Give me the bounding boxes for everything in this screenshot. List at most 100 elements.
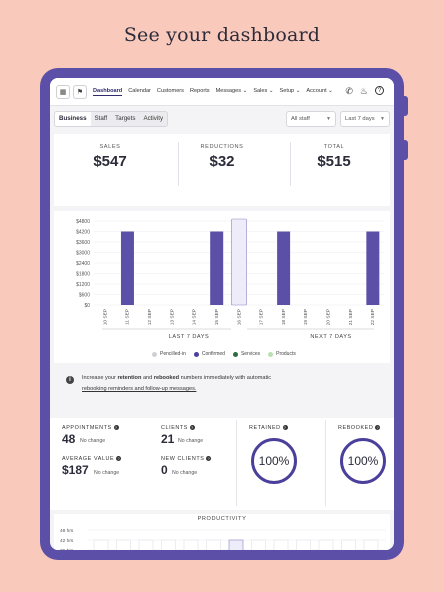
average-value-change: No change <box>94 470 120 476</box>
nav-link-dashboard[interactable]: Dashboard <box>93 88 123 96</box>
x-tick-label: 18 SEP <box>281 309 287 325</box>
productivity-bar[interactable] <box>228 539 244 550</box>
legend-label: Services <box>240 351 261 357</box>
chart-bar[interactable] <box>277 231 291 306</box>
y-tick-label: $2400 <box>76 261 90 267</box>
productivity-bar[interactable] <box>183 539 199 550</box>
total-stat: TOTAL $515 <box>278 134 390 170</box>
help-icon[interactable]: ? <box>282 425 288 431</box>
nav-links: Dashboard Calendar Customers Reports Message… <box>93 88 339 96</box>
calendar-icon[interactable]: ▦ <box>56 84 70 99</box>
productivity-bar[interactable] <box>318 539 334 550</box>
nav-link-messages[interactable]: Messages ⌄ <box>216 88 248 96</box>
chart-bar[interactable] <box>366 231 380 306</box>
totals-card: SALES $547 REDUCTIONS $32 TOTAL $515 <box>54 134 390 206</box>
stat-value: $32 <box>209 153 235 170</box>
y-tick-label: $0 <box>84 303 90 309</box>
clients-value: 21 <box>161 432 175 446</box>
y-tick-label: $600 <box>79 293 90 299</box>
divider <box>236 420 237 506</box>
productivity-bar[interactable] <box>161 539 176 550</box>
productivity-bar[interactable] <box>363 539 379 550</box>
nav-link-reports[interactable]: Reports <box>190 88 210 96</box>
help-icon[interactable]: ? <box>375 425 381 431</box>
tag-icon[interactable]: ⚑ <box>73 84 87 99</box>
rebooked-label: REBOOKED? <box>338 425 381 431</box>
nav-link-customers[interactable]: Customers <box>157 88 184 96</box>
legend-item: Products <box>268 351 296 357</box>
help-icon[interactable]: ? <box>116 456 122 462</box>
help-icon[interactable]: ? <box>206 456 212 462</box>
sales-stat: SALES $547 <box>54 134 166 170</box>
banner-bold: rebooked <box>153 375 180 381</box>
productivity-bar[interactable] <box>341 539 356 550</box>
reductions-stat: REDUCTIONS $32 <box>166 134 278 170</box>
legend-swatch <box>232 351 238 357</box>
help-icon[interactable]: ? <box>113 425 119 431</box>
tab-targets[interactable]: Targets <box>111 112 139 126</box>
average-value: $187 <box>62 463 89 477</box>
x-tick-label: 15 SEP <box>214 309 220 325</box>
y-tick-label: 36 hrs <box>60 548 74 550</box>
y-tick-label: $1800 <box>76 272 90 278</box>
nav-link-setup[interactable]: Setup ⌄ <box>280 88 301 96</box>
banner-bold: retention <box>117 375 142 381</box>
legend-swatch <box>152 351 157 357</box>
rebooked-ring: 100% <box>340 438 386 484</box>
help-icon[interactable]: ? <box>189 425 195 431</box>
productivity-bar[interactable] <box>206 539 221 550</box>
legend-label: Products <box>276 351 296 357</box>
appointments-value: 48 <box>62 432 76 446</box>
legend-swatch <box>193 351 199 357</box>
legend-swatch <box>268 351 274 357</box>
tablet-button <box>404 140 408 160</box>
x-tick-label: 14 SEP <box>192 309 198 325</box>
selected-day-highlight[interactable] <box>231 218 247 306</box>
productivity-bar[interactable] <box>116 539 131 550</box>
phone-icon[interactable]: ✆ <box>345 86 353 96</box>
nav-link-calendar[interactable]: Calendar <box>128 88 151 96</box>
range-select[interactable]: Last 7 days ▼ <box>340 111 390 127</box>
y-tick-label: $3600 <box>76 240 90 246</box>
new-clients-label: NEW CLIENTS? <box>161 456 212 462</box>
productivity-bar[interactable] <box>138 539 154 550</box>
x-tick-label: 16 SEP <box>236 309 242 325</box>
productivity-bar[interactable] <box>273 539 289 550</box>
x-tick-label: 19 SEP <box>303 309 309 325</box>
chart-bar[interactable] <box>210 231 224 306</box>
nav-link-sales[interactable]: Sales ⌄ <box>253 88 273 96</box>
tablet-frame: ▦ ⚑ Dashboard Calendar Customers Reports Mes… <box>40 68 408 560</box>
bell-icon[interactable]: ♨ <box>360 86 368 96</box>
x-tick-label: 13 SEP <box>169 309 175 325</box>
chevron-down-icon: ▼ <box>326 116 331 122</box>
banner-line-1: Increase your retention and rebooked num… <box>82 373 271 383</box>
segmented-control: Business Staff Targets Activity <box>54 111 169 127</box>
tablet-button <box>404 96 408 116</box>
productivity-bar[interactable] <box>251 539 266 550</box>
x-tick-label: 11 SEP <box>125 309 131 325</box>
productivity-bar[interactable] <box>93 539 109 550</box>
x-tick-label: 20 SEP <box>325 309 331 325</box>
next-period-label: NEXT 7 DAYS <box>310 334 351 340</box>
help-icon[interactable]: ? <box>375 86 384 95</box>
stat-label: REDUCTIONS <box>200 144 244 150</box>
banner-text: numbers immediately with automatic <box>179 375 272 381</box>
info-icon: i <box>66 376 74 384</box>
chevron-down-icon: ▼ <box>380 116 385 122</box>
average-value-label: AVERAGE VALUE? <box>62 456 122 462</box>
x-tick-label: 10 SEP <box>102 309 108 325</box>
productivity-card: PRODUCTIVITY 48 hrs 42 hrs 36 hrs <box>54 514 390 550</box>
legend-label: Confirmed <box>201 351 225 357</box>
tab-staff[interactable]: Staff <box>91 112 112 126</box>
x-tick-label: 22 SEP <box>370 309 376 325</box>
rebooking-link[interactable]: rebooking reminders and follow-up messag… <box>82 384 196 394</box>
nav-link-account[interactable]: Account ⌄ <box>306 88 332 96</box>
chart-bar[interactable] <box>120 231 134 306</box>
range-select-value: Last 7 days <box>345 116 375 122</box>
y-tick-label: $1200 <box>76 282 90 288</box>
info-banner: i Increase your retention and rebooked n… <box>50 368 394 412</box>
productivity-bar[interactable] <box>296 539 311 550</box>
tab-activity[interactable]: Activity <box>139 112 167 126</box>
tab-business[interactable]: Business <box>55 112 91 126</box>
staff-select[interactable]: All staff ▼ <box>286 111 336 127</box>
